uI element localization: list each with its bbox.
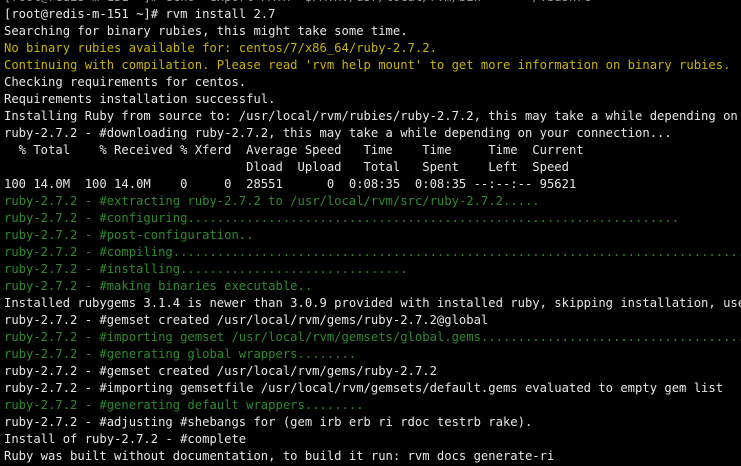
terminal-line: ruby-2.7.2 - #gemset created /usr/local/… (4, 364, 437, 378)
terminal-line: [root@redis-m-151 ~]# rvm install 2.7 (4, 7, 276, 21)
terminal-line: ruby-2.7.2 - #post-configuration.. (4, 228, 254, 242)
terminal-line: 100 14.0M 100 14.0M 0 0 28551 0 0:08:35 … (4, 177, 577, 191)
terminal-line: ruby-2.7.2 - #importing gemsetfile /usr/… (4, 381, 724, 395)
terminal-line: ruby-2.7.2 - #gemset created /usr/local/… (4, 313, 489, 327)
terminal-line: Install of ruby-2.7.2 - #complete (4, 432, 247, 446)
terminal-line: Checking requirements for centos. (4, 75, 247, 89)
terminal-line: No binary rubies available for: centos/7… (4, 41, 437, 55)
terminal-output: [root@redis-m-151 ~]# echo 'export PATH=… (4, 0, 741, 465)
terminal-line: Searching for binary rubies, this might … (4, 24, 408, 38)
terminal-line: ruby-2.7.2 - #configuring...............… (4, 211, 680, 225)
terminal-line: Continuing with compilation. Please read… (4, 58, 731, 72)
terminal-line: Installing Ruby from source to: /usr/loc… (4, 109, 741, 123)
terminal-line: ruby-2.7.2 - #installing................… (4, 262, 408, 276)
terminal-line: Installed rubygems 3.1.4 is newer than 3… (4, 296, 741, 310)
terminal-line: % Total % Received % Xferd Average Speed… (4, 143, 584, 157)
terminal-line: ruby-2.7.2 - #extracting ruby-2.7.2 to /… (4, 194, 540, 208)
terminal-line: ruby-2.7.2 - #compiling.................… (4, 245, 741, 259)
terminal-line: Requirements installation successful. (4, 92, 276, 106)
terminal-line: ruby-2.7.2 - #importing gemset /usr/loca… (4, 330, 741, 344)
terminal-window[interactable]: [root@redis-m-151 ~]# echo 'export PATH=… (0, 0, 741, 466)
terminal-line: ruby-2.7.2 - #generating global wrappers… (4, 347, 357, 361)
terminal-line: Dload Upload Total Spent Left Speed (4, 160, 569, 174)
terminal-line: ruby-2.7.2 - #downloading ruby-2.7.2, th… (4, 126, 672, 140)
terminal-line: ruby-2.7.2 - #generating default wrapper… (4, 398, 364, 412)
terminal-line: Ruby was built without documentation, to… (4, 449, 555, 463)
terminal-line: ruby-2.7.2 - #adjusting #shebangs for (g… (4, 415, 533, 429)
terminal-line: ruby-2.7.2 - #making binaries executable… (4, 279, 313, 293)
